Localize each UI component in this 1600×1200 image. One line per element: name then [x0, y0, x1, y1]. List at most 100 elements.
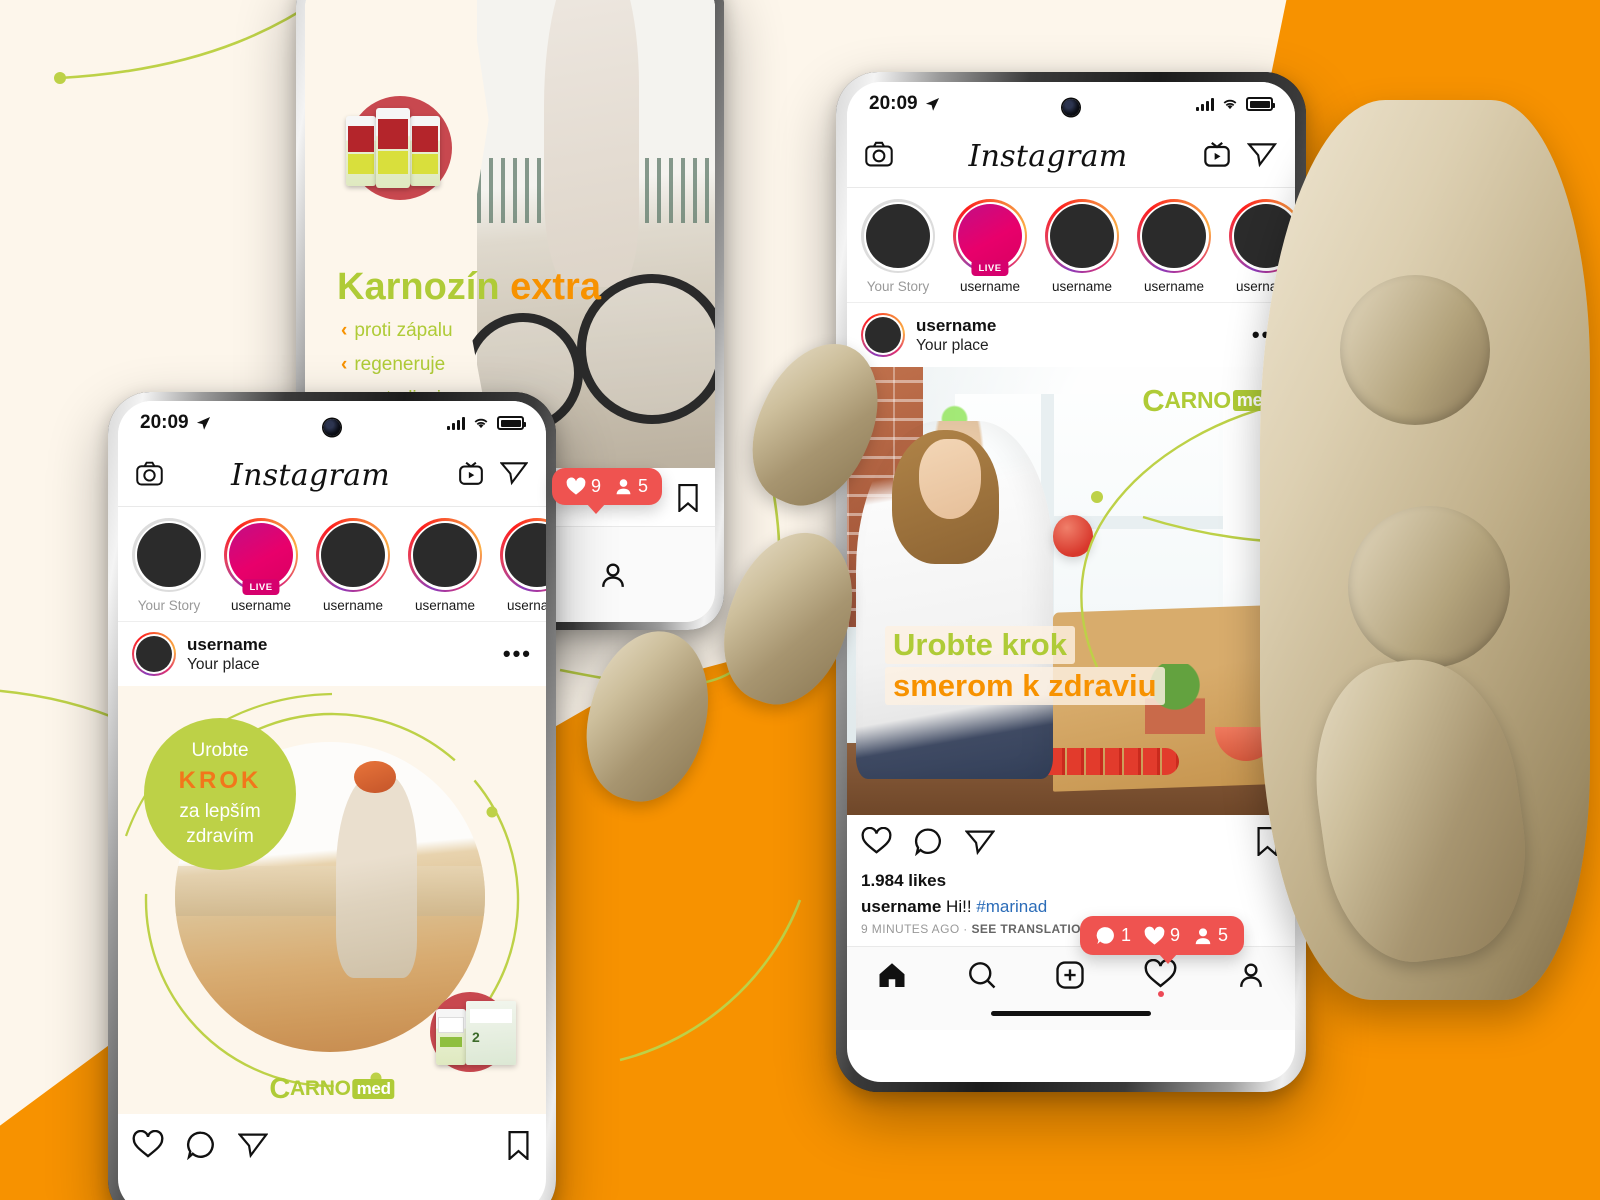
tab-home[interactable] — [876, 960, 908, 990]
post-image[interactable]: C ARNO med Urobte krok smerom k zdraviu — [847, 367, 1295, 815]
karnozin-bullet-0: ‹ proti zápalu — [341, 320, 453, 342]
beach-sea — [175, 866, 485, 916]
beach-woman-figure — [336, 760, 417, 978]
wifi-icon — [1223, 99, 1237, 110]
karnozin-title-green: Karnozín — [337, 266, 500, 308]
tab-profile-back[interactable] — [598, 560, 628, 590]
share-button-left[interactable] — [237, 1131, 269, 1164]
battery-icon — [1246, 97, 1275, 111]
location-arrow-icon — [925, 97, 939, 111]
heart-filled-icon — [566, 477, 586, 495]
post-meta: username Your place — [916, 315, 1241, 356]
wifi-icon — [474, 418, 488, 429]
story-item-0[interactable]: Your Story — [861, 199, 935, 294]
story-label-1: username — [230, 598, 292, 613]
caption-username[interactable]: username — [861, 897, 941, 916]
carnomed-logo-left: C ARNO med — [269, 1072, 395, 1105]
story-label-0: Your Story — [866, 279, 930, 294]
post-username-left[interactable]: username — [187, 634, 492, 655]
save-button-left[interactable] — [505, 1130, 532, 1165]
igtv-button[interactable] — [1203, 140, 1231, 173]
more-options-icon-left[interactable]: ••• — [503, 641, 532, 667]
story-label-2: username — [322, 598, 384, 613]
story-item-2[interactable]: username — [1045, 199, 1119, 294]
story-item-0[interactable]: Your Story — [132, 518, 206, 613]
story-item-4[interactable]: username — [1229, 199, 1295, 294]
comment-button[interactable] — [914, 827, 943, 861]
story-ring-0 — [861, 199, 935, 273]
like-button-left[interactable] — [132, 1129, 164, 1165]
instagram-logo: Instagram — [968, 139, 1128, 174]
post-image-left[interactable]: Urobte KROK za lepším zdravím 2 C ARNO m… — [118, 686, 546, 1114]
notif-like-count-back: 9 — [591, 476, 602, 496]
story-item-3[interactable]: username — [408, 518, 482, 613]
badge-line-4: zdravím — [186, 825, 254, 847]
stories-tray-left[interactable]: Your Story LIVE username username userna… — [118, 507, 546, 622]
badge-line-1: Urobte — [191, 740, 249, 762]
bullet-marker-icon: ‹ — [341, 354, 348, 375]
phone-back-save-button[interactable] — [675, 484, 701, 517]
story-item-1[interactable]: LIVE username — [953, 199, 1027, 294]
notif-like-count: 9 — [1170, 925, 1181, 945]
post-actionbar[interactable] — [847, 815, 1295, 869]
notification-bubble-front[interactable]: 1 9 5 — [1080, 916, 1245, 964]
signal-bars-icon — [1196, 97, 1214, 111]
notif-comment-count: 1 — [1121, 925, 1132, 945]
messenger-button-left[interactable] — [499, 460, 529, 491]
topbar-icons-front — [1203, 140, 1278, 173]
post-username[interactable]: username — [916, 315, 1241, 336]
carnomed-c: C — [269, 1072, 290, 1105]
comment-button-left[interactable] — [186, 1130, 216, 1165]
person-filled-icon — [1195, 927, 1211, 944]
like-button[interactable] — [861, 826, 892, 861]
post-place-left[interactable]: Your place — [187, 655, 492, 674]
instagram-logo-left: Instagram — [230, 458, 391, 493]
karnozin-title-orange: extra — [510, 266, 601, 308]
ig-topbar-front: Instagram — [847, 126, 1295, 188]
caption-hashtag[interactable]: #marinad — [976, 897, 1047, 916]
story-ring-2 — [1045, 199, 1119, 273]
igtv-button-left[interactable] — [458, 460, 484, 491]
front-camera — [1062, 99, 1080, 116]
story-label-3: username — [414, 598, 476, 613]
post-avatar-left[interactable] — [132, 632, 176, 676]
ig-topbar-left: Instagram — [118, 445, 546, 507]
story-avatar-1 — [229, 523, 293, 587]
tab-search[interactable] — [967, 960, 997, 990]
post-place[interactable]: Your place — [916, 336, 1241, 355]
story-ring-0 — [132, 518, 206, 592]
post-timestamp: 9 MINUTES AGO — [861, 922, 960, 936]
profile-icon — [1239, 962, 1262, 987]
messenger-button[interactable] — [1246, 141, 1278, 173]
stories-tray[interactable]: Your Story LIVE username username userna… — [847, 188, 1295, 303]
tab-add-post[interactable] — [1055, 960, 1085, 990]
notification-bubble-back[interactable]: 9 5 — [552, 468, 663, 514]
kitchen-creative: C ARNO med Urobte krok smerom k zdraviu — [847, 367, 1295, 815]
notif-likes-back: 9 — [566, 476, 601, 497]
more-options-icon[interactable]: ••• — [1252, 322, 1281, 348]
tab-profile[interactable] — [1236, 960, 1266, 990]
beach-creative: Urobte KROK za lepším zdravím 2 C ARNO m… — [118, 686, 546, 1114]
story-item-4[interactable]: username — [500, 518, 546, 613]
activity-dot — [1157, 991, 1164, 997]
notif-likes: 9 — [1144, 925, 1180, 946]
post-avatar[interactable] — [861, 313, 905, 357]
story-item-1[interactable]: LIVE username — [224, 518, 298, 613]
front-camera-left — [323, 419, 341, 436]
add-post-icon — [1056, 960, 1085, 989]
signal-bars-icon — [447, 416, 465, 430]
story-item-2[interactable]: username — [316, 518, 390, 613]
post-meta-left: username Your place — [187, 634, 492, 675]
camera-button-left[interactable] — [136, 461, 163, 491]
see-translation-link[interactable]: SEE TRANSLATION — [971, 922, 1089, 936]
post-actionbar-left[interactable] — [118, 1114, 546, 1173]
karnozin-title: Karnozín extra — [337, 266, 601, 309]
carnomed-med: med — [1232, 390, 1277, 412]
share-button[interactable] — [964, 828, 996, 861]
save-button[interactable] — [1254, 827, 1281, 861]
story-item-3[interactable]: username — [1137, 199, 1211, 294]
camera-button[interactable] — [865, 141, 893, 172]
story-live-badge-1: LIVE — [242, 579, 280, 595]
karnozin-bullet-1: ‹ regeneruje — [341, 354, 453, 376]
story-ring-4 — [1229, 199, 1295, 273]
